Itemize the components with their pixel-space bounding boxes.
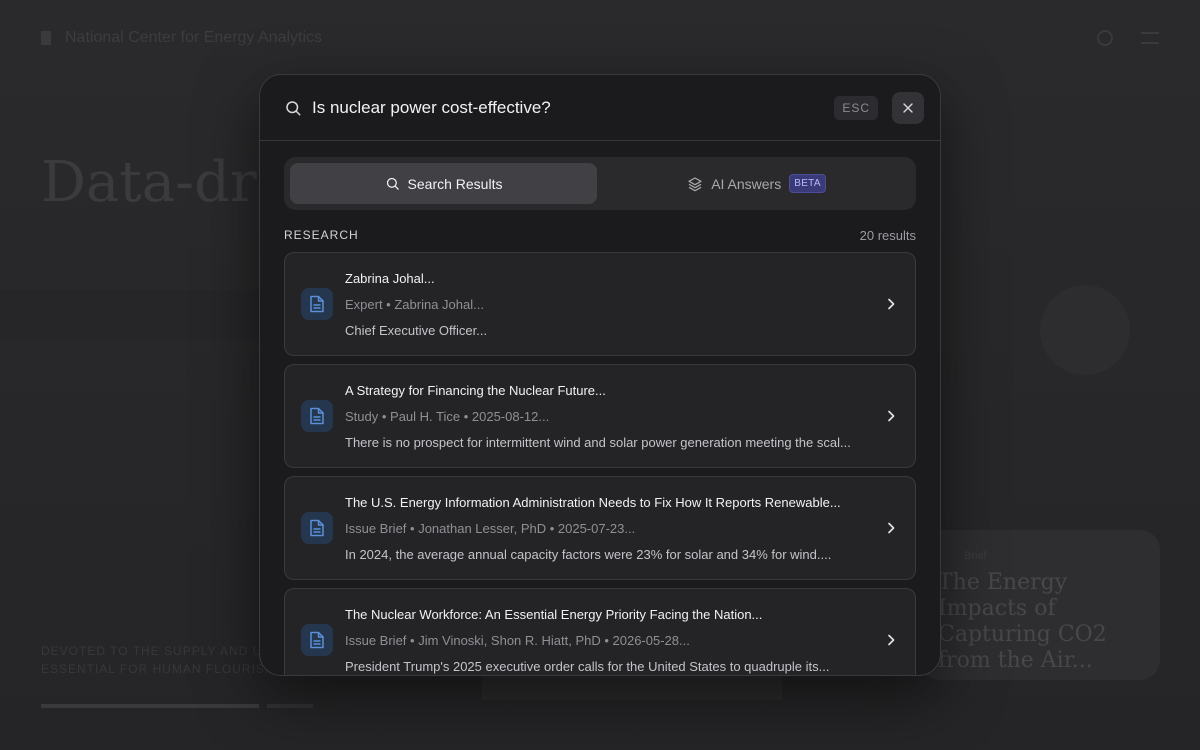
chevron-right-icon (888, 634, 895, 646)
result-title: The Nuclear Workforce: An Essential Ener… (345, 606, 763, 622)
background-bar (482, 676, 782, 700)
esc-key-badge: ESC (834, 95, 878, 120)
tab-ai-answers[interactable]: AI Answers BETA (603, 163, 910, 204)
result-item[interactable]: A Strategy for Financing the Nuclear Fut… (284, 364, 916, 468)
featured-card-kicker: Brief (964, 550, 987, 562)
featured-card-title: The Energy Impacts of Capturing CO2 from… (938, 570, 1107, 673)
chevron-right-icon (888, 298, 895, 310)
close-icon (903, 102, 913, 113)
section-title: RESEARCH (284, 228, 359, 242)
progress-segment-active (41, 704, 259, 708)
background-portrait (1040, 285, 1130, 375)
result-title: Zabrina Johal... (345, 270, 435, 286)
site-header: National Center for Energy Analytics (41, 26, 1159, 50)
header-search-icon (1097, 30, 1113, 46)
result-title: A Strategy for Financing the Nuclear Fut… (345, 382, 606, 398)
layers-icon (688, 176, 702, 191)
result-item[interactable]: The U.S. Energy Information Administrati… (284, 476, 916, 580)
result-meta: Expert • Zabrina Johal... (345, 296, 484, 312)
document-icon (301, 288, 333, 320)
tagline-line-2: ESSENTIAL FOR HUMAN FLOURISHI (41, 662, 271, 676)
results-list: Zabrina Johal... Expert • Zabrina Johal.… (284, 252, 916, 675)
tab-search-results[interactable]: Search Results (290, 163, 597, 204)
beta-badge: BETA (789, 174, 826, 193)
search-icon (386, 177, 399, 190)
result-meta: Issue Brief • Jonathan Lesser, PhD • 202… (345, 520, 636, 536)
tagline-line-1: DEVOTED TO THE SUPPLY AND USE (41, 644, 271, 658)
search-bar: ESC (260, 75, 940, 141)
result-meta: Issue Brief • Jim Vinoski, Shon R. Hiatt… (345, 632, 690, 648)
chevron-right-icon (888, 410, 895, 422)
result-title: The U.S. Energy Information Administrati… (345, 494, 841, 510)
result-snippet: There is no prospect for intermittent wi… (345, 434, 851, 450)
search-icon (286, 100, 301, 115)
background-image-strip (0, 290, 260, 340)
result-item[interactable]: Zabrina Johal... Expert • Zabrina Johal.… (284, 252, 916, 356)
result-snippet: President Trump's 2025 executive order c… (345, 658, 830, 674)
result-snippet: Chief Executive Officer... (345, 322, 488, 338)
site-name: National Center for Energy Analytics (65, 29, 323, 46)
result-snippet: In 2024, the average annual capacity fac… (345, 546, 832, 562)
result-meta: Study • Paul H. Tice • 2025-08-12... (345, 408, 550, 424)
search-modal: ESC Search Results (259, 74, 941, 676)
result-item[interactable]: The Nuclear Workforce: An Essential Ener… (284, 588, 916, 675)
tab-label: Search Results (407, 175, 503, 192)
document-icon (301, 400, 333, 432)
tab-label: AI Answers (711, 175, 782, 192)
document-icon (301, 512, 333, 544)
document-icon (301, 624, 333, 656)
progress-segment (267, 704, 313, 708)
search-input[interactable] (312, 97, 835, 118)
hero-tagline: DEVOTED TO THE SUPPLY AND USE ESSENTIAL … (41, 642, 271, 678)
hamburger-menu-icon (1141, 32, 1159, 44)
result-tabs: Search Results AI Answers BETA (284, 157, 916, 210)
close-button[interactable] (892, 91, 924, 124)
chevron-right-icon (888, 522, 895, 534)
carousel-progress (41, 704, 313, 708)
site-logo (41, 31, 51, 45)
section-header: RESEARCH 20 results (284, 227, 916, 243)
results-count: 20 results (859, 227, 916, 243)
